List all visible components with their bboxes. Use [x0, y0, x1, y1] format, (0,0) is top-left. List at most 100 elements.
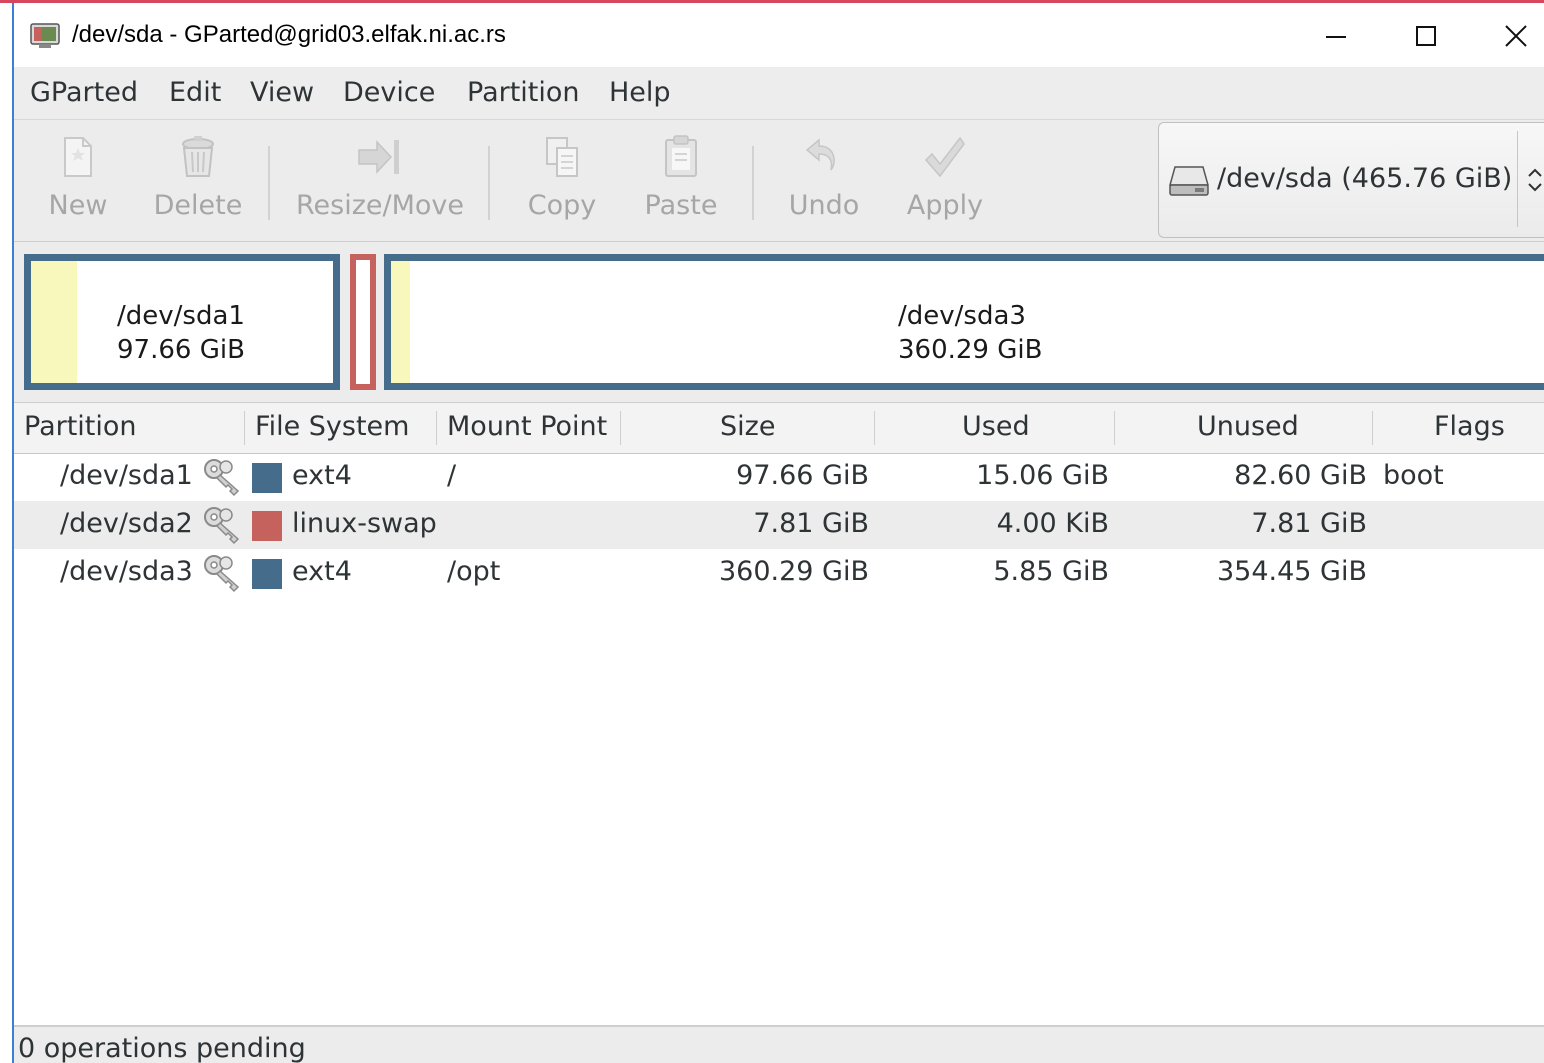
hard-disk-icon: [1169, 166, 1209, 196]
menu-partition[interactable]: Partition: [467, 77, 580, 108]
partition-block-sda1[interactable]: /dev/sda1 97.66 GiB: [24, 254, 340, 390]
delete-label: Delete: [153, 190, 243, 221]
undo-arrow-icon: [805, 138, 835, 171]
column-header-size[interactable]: Size: [720, 411, 775, 442]
apply-label: Apply: [906, 190, 984, 221]
partition-size: 360.29 GiB: [718, 556, 869, 587]
filesystem-color-swatch: [252, 463, 282, 493]
column-separator[interactable]: [244, 411, 245, 445]
partition-block-name: /dev/sda1: [117, 301, 245, 331]
partition-name: /dev/sda2: [60, 508, 193, 539]
menu-edit[interactable]: Edit: [169, 77, 221, 108]
column-separator[interactable]: [1114, 411, 1115, 445]
copy-icon: [546, 137, 578, 177]
mount-point: /opt: [447, 556, 501, 587]
partition-block-sda3[interactable]: /dev/sda3 360.29 GiB: [384, 254, 1544, 390]
toolbar-separator: [488, 146, 490, 220]
unused-size: 82.60 GiB: [1234, 460, 1367, 491]
new-label: New: [48, 190, 108, 221]
column-separator[interactable]: [436, 411, 437, 445]
title-bar: /dev/sda - GParted@grid03.elfak.ni.ac.rs: [14, 3, 1544, 67]
partition-flags: boot: [1383, 460, 1444, 491]
mount-point: /: [447, 460, 457, 491]
table-row[interactable]: /dev/sda3 ext4 /opt 360.29 GiB 5.85 GiB …: [14, 549, 1544, 597]
key-lock-icon: [204, 555, 240, 593]
operations-pending-text: 0 operations pending: [18, 1033, 306, 1063]
status-bar: 0 operations pending: [14, 1025, 1544, 1063]
minimize-button[interactable]: [1306, 11, 1366, 61]
undo-label: Undo: [788, 190, 860, 221]
column-header-unused[interactable]: Unused: [1197, 411, 1299, 442]
device-selector-value: /dev/sda (465.76 GiB): [1217, 163, 1513, 194]
column-header-mountpoint[interactable]: Mount Point: [447, 411, 607, 442]
partition-block-name: /dev/sda3: [898, 301, 1026, 331]
filesystem-type: ext4: [292, 460, 352, 491]
filesystem-color-swatch: [252, 511, 282, 541]
paste-button[interactable]: Paste: [636, 120, 726, 241]
close-icon: [1505, 25, 1527, 47]
new-button[interactable]: New: [38, 120, 118, 241]
partition-block-size: 97.66 GiB: [117, 335, 245, 365]
gparted-window: /dev/sda - GParted@grid03.elfak.ni.ac.rs…: [14, 3, 1544, 1063]
copy-label: Copy: [527, 190, 597, 221]
used-size: 15.06 GiB: [976, 460, 1109, 491]
partition-map: /dev/sda1 97.66 GiB /dev/sda3 360.29 GiB: [14, 242, 1544, 403]
partition-size: 7.81 GiB: [753, 508, 869, 539]
column-header-filesystem[interactable]: File System: [255, 411, 409, 442]
maximize-icon: [1416, 26, 1436, 46]
used-size: 5.85 GiB: [993, 556, 1109, 587]
partition-name: /dev/sda3: [60, 556, 193, 587]
menu-view[interactable]: View: [250, 77, 314, 108]
used-space-fill: [31, 261, 77, 383]
partition-block-sda2[interactable]: [350, 254, 376, 390]
menu-help[interactable]: Help: [609, 77, 671, 108]
new-document-icon: [64, 137, 92, 177]
trash-icon: [182, 136, 214, 177]
gparted-app-icon: [30, 23, 60, 48]
paste-label: Paste: [644, 190, 718, 221]
partition-table: Partition File System Mount Point Size U…: [14, 403, 1544, 1023]
partition-size: 97.66 GiB: [736, 460, 869, 491]
menu-bar: GParted Edit View Device Partition Help: [14, 67, 1544, 120]
window-title: /dev/sda - GParted@grid03.elfak.ni.ac.rs: [72, 21, 506, 48]
toolbar-separator: [268, 146, 270, 220]
chevron-up-down-icon: [1528, 168, 1542, 192]
device-selector-divider: [1517, 131, 1518, 227]
maximize-button[interactable]: [1396, 11, 1456, 61]
undo-button[interactable]: Undo: [782, 120, 866, 241]
column-separator[interactable]: [620, 411, 621, 445]
minimize-icon: [1326, 36, 1346, 38]
partition-block-size: 360.29 GiB: [898, 335, 1043, 365]
resize-move-label: Resize/Move: [295, 190, 464, 221]
key-lock-icon: [204, 459, 240, 497]
partition-name: /dev/sda1: [60, 460, 193, 491]
menu-device[interactable]: Device: [343, 77, 435, 108]
filesystem-color-swatch: [252, 559, 282, 589]
key-lock-icon: [204, 507, 240, 545]
unused-size: 354.45 GiB: [1216, 556, 1367, 587]
copy-button[interactable]: Copy: [518, 120, 606, 241]
table-header: Partition File System Mount Point Size U…: [14, 403, 1544, 454]
device-selector[interactable]: /dev/sda (465.76 GiB): [1158, 122, 1544, 238]
column-header-flags[interactable]: Flags: [1434, 411, 1505, 442]
resize-move-button[interactable]: Resize/Move: [292, 120, 468, 241]
column-separator[interactable]: [1372, 411, 1373, 445]
table-row[interactable]: /dev/sda2 linux-swap 7.81 GiB 4.00 KiB 7…: [14, 501, 1544, 549]
filesystem-type: linux-swap: [292, 508, 437, 539]
paste-clipboard-icon: [665, 135, 697, 177]
resize-arrow-icon: [358, 140, 399, 174]
table-row[interactable]: /dev/sda1 ext4 / 97.66 GiB 15.06 GiB 82.…: [14, 453, 1544, 501]
used-size: 4.00 KiB: [996, 508, 1109, 539]
toolbar: New Delete Resize/Move Copy Paste Undo A…: [14, 120, 1544, 242]
column-separator[interactable]: [874, 411, 875, 445]
unused-size: 7.81 GiB: [1251, 508, 1367, 539]
delete-button[interactable]: Delete: [150, 120, 246, 241]
close-button[interactable]: [1486, 11, 1544, 61]
column-header-partition[interactable]: Partition: [24, 411, 137, 442]
toolbar-separator: [752, 146, 754, 220]
menu-gparted[interactable]: GParted: [30, 77, 138, 108]
filesystem-type: ext4: [292, 556, 352, 587]
column-header-used[interactable]: Used: [962, 411, 1030, 442]
checkmark-icon: [924, 136, 965, 178]
apply-button[interactable]: Apply: [902, 120, 988, 241]
